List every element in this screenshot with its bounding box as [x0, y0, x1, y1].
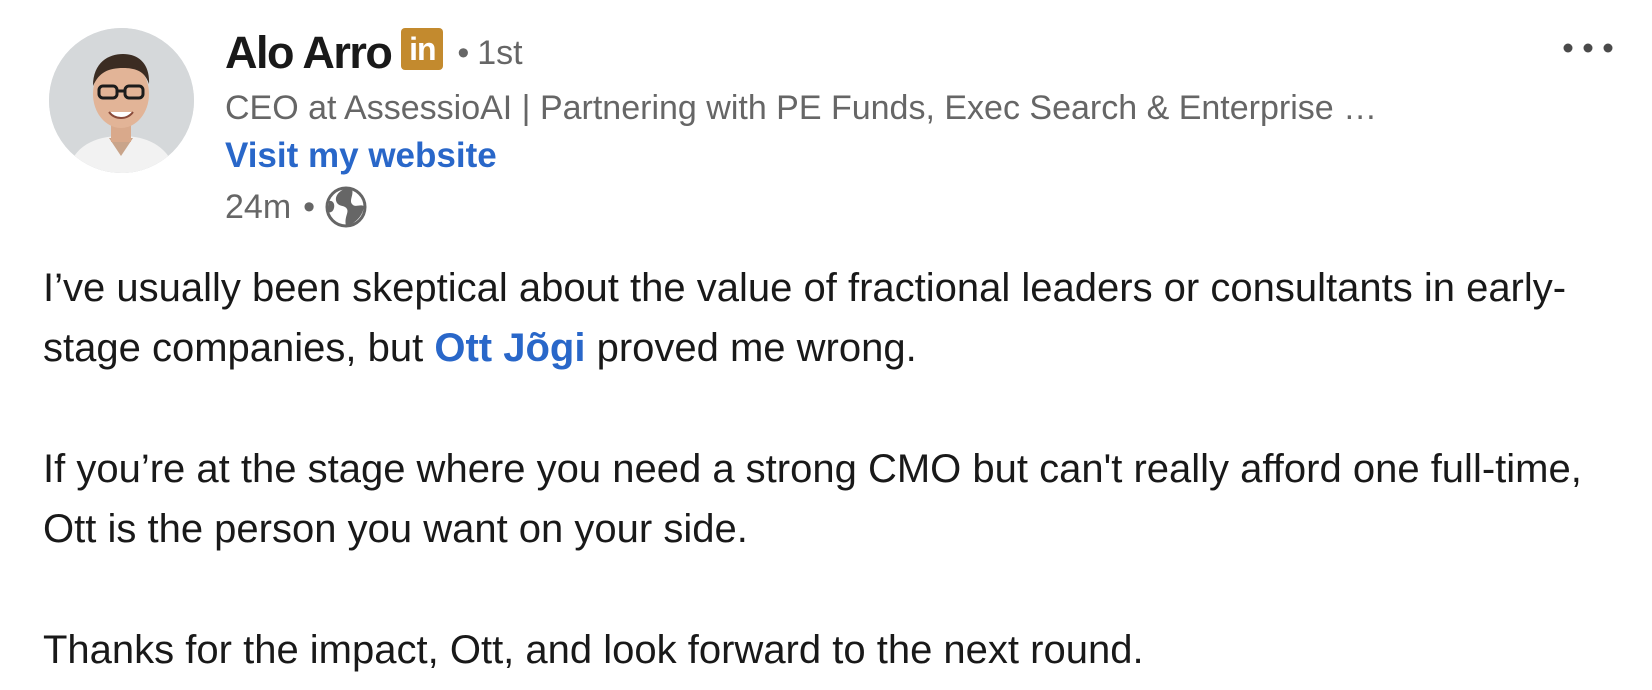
- post-body: I’ve usually been skeptical about the va…: [43, 258, 1633, 680]
- globe-icon: [325, 186, 367, 228]
- more-horizontal-icon: [1563, 43, 1613, 53]
- author-headline: CEO at AssessioAI | Partnering with PE F…: [225, 89, 1378, 127]
- mention-link[interactable]: Ott Jõgi: [434, 326, 585, 370]
- author-name-row: Alo Arro in • 1st: [225, 22, 1495, 84]
- post-paragraph-2: If you’re at the stage where you need a …: [43, 447, 1582, 551]
- post-text: proved me wrong.: [585, 326, 917, 370]
- linkedin-premium-icon: in: [401, 28, 444, 70]
- post-meta: 24m •: [225, 182, 1495, 232]
- degree-label: 1st: [477, 33, 523, 72]
- post-paragraph-1: I’ve usually been skeptical about the va…: [43, 258, 1633, 378]
- author-info: Alo Arro in • 1st CEO at AssessioAI | Par…: [225, 22, 1495, 232]
- post-paragraph-3: Thanks for the impact, Ott, and look for…: [43, 628, 1144, 672]
- more-options-button[interactable]: [1560, 28, 1616, 68]
- author-photo: [49, 28, 194, 173]
- post-timestamp: 24m: [225, 187, 292, 226]
- degree-separator: •: [457, 33, 470, 72]
- author-name[interactable]: Alo Arro: [225, 27, 393, 79]
- meta-separator: •: [303, 187, 316, 226]
- author-avatar[interactable]: [49, 28, 194, 173]
- feed-post: Alo Arro in • 1st CEO at AssessioAI | Par…: [0, 0, 1652, 690]
- visit-website-link[interactable]: Visit my website: [225, 132, 497, 180]
- connection-degree: • 1st: [457, 34, 522, 73]
